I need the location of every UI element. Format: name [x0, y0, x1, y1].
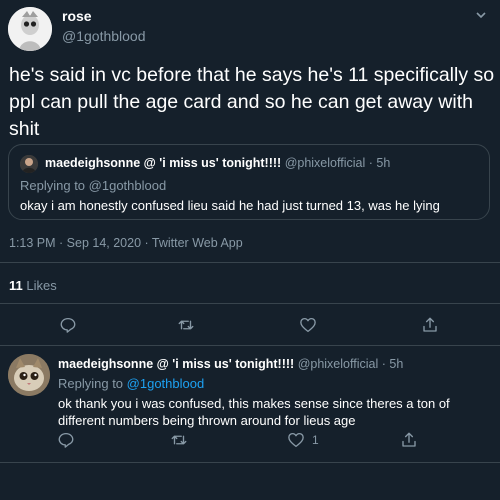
retweet-icon — [171, 435, 187, 445]
replying-to-handle[interactable]: @1gothblood — [127, 376, 205, 391]
quote-time: · 5h — [368, 156, 391, 170]
divider — [0, 303, 500, 304]
replying-to-prefix: Replying to — [58, 376, 124, 391]
like-button[interactable] — [297, 314, 319, 336]
replying-to-handle: @1gothblood — [88, 178, 167, 193]
likes-count: 11 — [9, 278, 23, 293]
reply-button[interactable] — [57, 314, 79, 336]
retweet-button[interactable] — [175, 314, 197, 336]
chevron-down-icon[interactable] — [474, 8, 488, 25]
share-button[interactable] — [419, 314, 441, 336]
avatar[interactable] — [8, 7, 52, 51]
user-handle[interactable]: @1gothblood — [62, 28, 146, 44]
replying-to-prefix: Replying to — [20, 178, 86, 193]
reply-button[interactable] — [55, 429, 77, 451]
like-count: 1 — [312, 433, 319, 447]
reply-handle[interactable]: @phixelofficial — [298, 357, 379, 371]
quoted-tweet[interactable]: maedeighsonne @ 'i miss us' tonight!!!! … — [8, 144, 490, 220]
quote-handle: @phixelofficial — [284, 156, 366, 170]
like-icon — [300, 317, 316, 333]
tweet-text: he's said in vc before that he says he's… — [9, 64, 495, 140]
divider — [0, 262, 500, 263]
quote-display-name: maedeighsonne @ 'i miss us' tonight!!!! — [45, 156, 282, 170]
replying-to: Replying to @1gothblood — [20, 178, 166, 193]
share-button[interactable] — [398, 429, 420, 451]
likes-summary[interactable]: 11 Likes — [9, 278, 57, 293]
share-icon — [423, 317, 437, 332]
like-icon — [285, 429, 307, 451]
divider — [0, 462, 500, 463]
retweet-button[interactable] — [168, 429, 190, 451]
reply-text: ok thank you i was confused, this makes … — [58, 396, 450, 428]
likes-label: Likes — [26, 278, 57, 293]
replying-to: Replying to @1gothblood — [58, 376, 204, 391]
like-button[interactable]: 1 — [285, 429, 319, 451]
reply-display-name[interactable]: maedeighsonne @ 'i miss us' tonight!!!! — [58, 357, 294, 371]
display-name[interactable]: rose — [62, 8, 92, 24]
share-icon — [402, 432, 416, 447]
quote-text: okay i am honestly confused lieu said he… — [20, 198, 440, 213]
retweet-icon — [178, 320, 194, 330]
divider — [0, 345, 500, 346]
avatar — [20, 155, 38, 173]
avatar[interactable] — [8, 354, 50, 396]
reply-icon — [58, 432, 74, 448]
reply-icon — [60, 317, 76, 333]
tweet-timestamp[interactable]: 1:13 PM · Sep 14, 2020 · Twitter Web App — [9, 236, 243, 250]
reply-time[interactable]: · 5h — [382, 357, 404, 371]
